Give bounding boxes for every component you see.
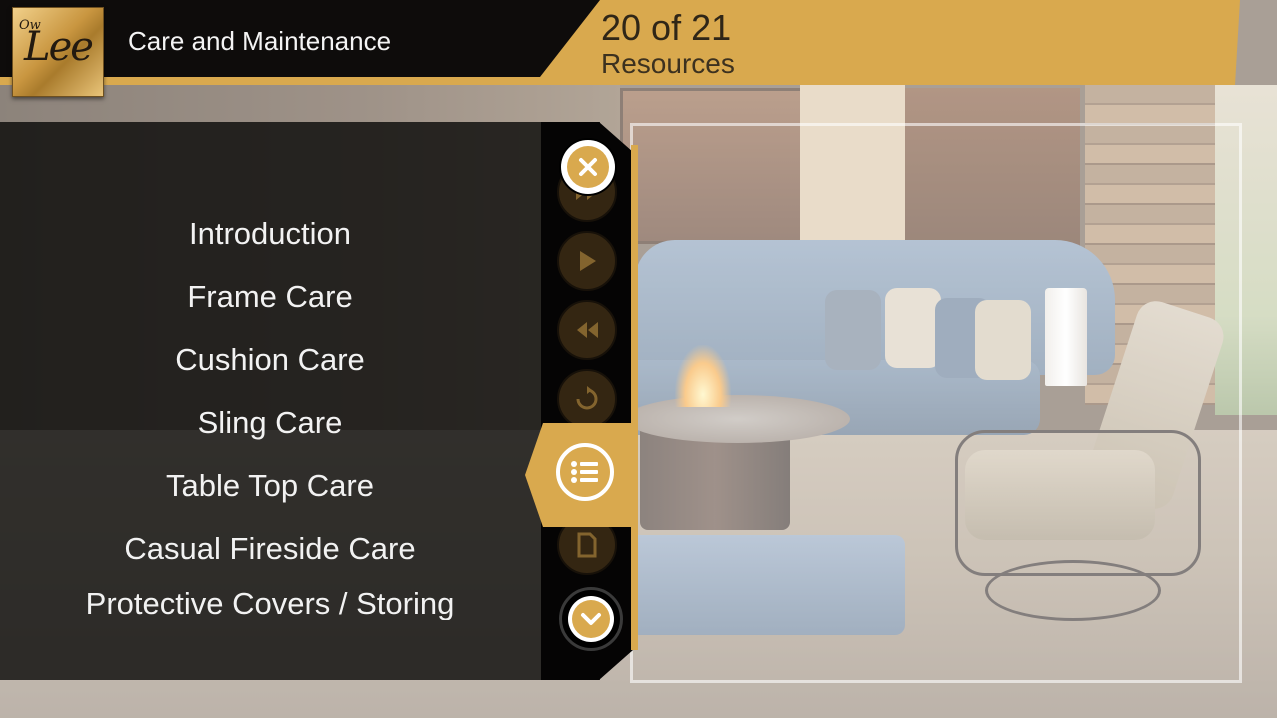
resource-label: Resources (601, 48, 735, 79)
page-title: Care and Maintenance (128, 26, 392, 56)
menu-item-cushion-care[interactable]: Cushion Care (0, 328, 540, 391)
list-icon (571, 461, 598, 483)
close-button[interactable] (561, 140, 615, 194)
close-icon (579, 158, 597, 176)
menu-toggle-button[interactable] (525, 423, 633, 527)
document-icon (577, 532, 597, 558)
chevron-down-icon (581, 613, 601, 625)
rewind-icon (577, 322, 598, 338)
rewind-button[interactable] (557, 300, 617, 360)
menu-item-casual-fireside-care[interactable]: Casual Fireside Care (0, 517, 540, 580)
menu-item-table-top-care[interactable]: Table Top Care (0, 454, 540, 517)
resource-counter: 20 of 21 Resources (601, 10, 735, 78)
brand-logo[interactable]: Ow Lee (12, 7, 104, 97)
scroll-down-button[interactable] (559, 587, 623, 651)
menu-item-introduction[interactable]: Introduction (0, 202, 540, 265)
menu-item-protective-covers[interactable]: Protective Covers / Storing (0, 580, 540, 620)
play-button[interactable] (557, 231, 617, 291)
replay-icon (576, 386, 598, 410)
resource-count: 20 of 21 (601, 7, 732, 48)
replay-button[interactable] (557, 369, 617, 429)
play-icon (580, 251, 596, 271)
menu-panel: Introduction Frame Care Cushion Care Sli… (0, 122, 600, 680)
rail-accent (631, 145, 638, 650)
menu-item-frame-care[interactable]: Frame Care (0, 265, 540, 328)
menu-list: Introduction Frame Care Cushion Care Sli… (0, 202, 540, 620)
menu-item-sling-care[interactable]: Sling Care (0, 391, 540, 454)
